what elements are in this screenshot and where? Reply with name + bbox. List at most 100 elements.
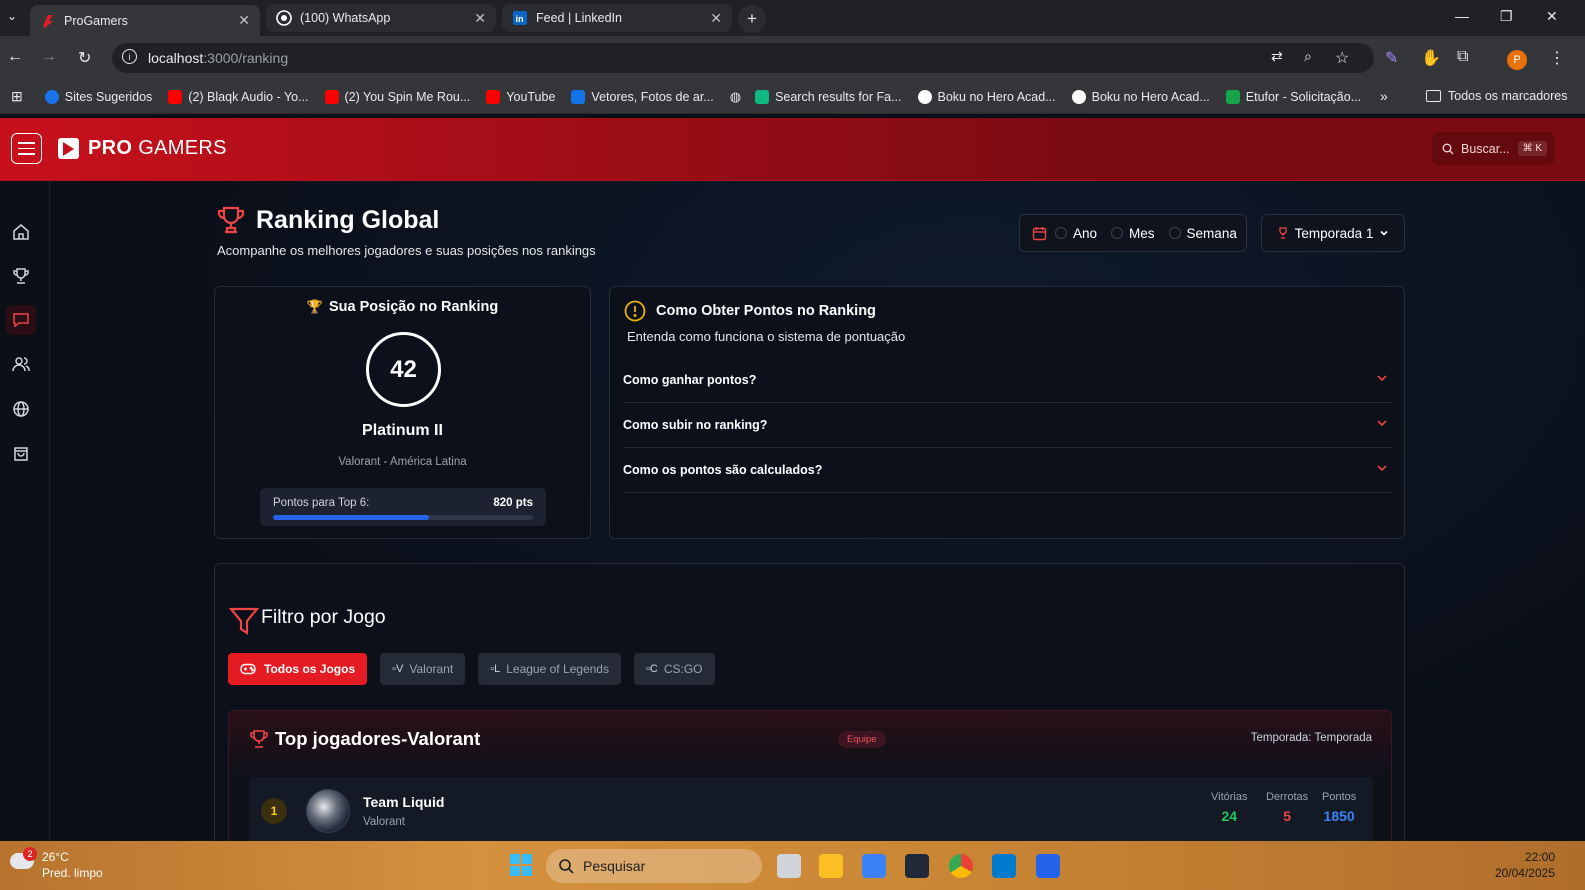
translate-icon[interactable]: ⇄ xyxy=(1271,48,1283,65)
file-explorer-icon[interactable] xyxy=(819,854,843,878)
bookmark-item[interactable]: (2) You Spin Me Rou... xyxy=(324,89,470,104)
filter-all-games-button[interactable]: Todos os Jogos xyxy=(228,653,368,685)
period-radio-mes[interactable] xyxy=(1111,227,1124,239)
bookmark-item[interactable]: Vetores, Fotos de ar... xyxy=(571,89,714,104)
tab-linkedin[interactable]: in Feed | LinkedIn ✕ xyxy=(502,4,732,32)
bookmark-item[interactable]: Search results for Fa... xyxy=(755,89,902,104)
bookmark-item[interactable]: Etufor - Solicitação... xyxy=(1225,89,1361,104)
filter-lol-button[interactable]: ▫L League of Legends xyxy=(478,653,621,685)
page-title: Ranking Global xyxy=(216,205,439,235)
chevron-down-icon xyxy=(1377,375,1387,382)
app-logo[interactable]: PRO GAMERS xyxy=(58,137,227,160)
users-icon xyxy=(12,357,30,372)
progress-points: 820 pts xyxy=(493,497,533,509)
vscode-icon[interactable] xyxy=(992,854,1016,878)
search-icon xyxy=(44,89,59,104)
windows-taskbar: 2 26°C Pred. limpo Pesquisar 22:00 20/04… xyxy=(0,841,1585,890)
tab-title: (100) WhatsApp xyxy=(300,11,391,25)
etufor-icon xyxy=(1225,89,1240,104)
reload-icon[interactable]: ↻ xyxy=(78,48,91,68)
sidebar-item-friends[interactable] xyxy=(6,349,36,379)
sidebar xyxy=(0,181,50,841)
filter-valorant-button[interactable]: ▫V Valorant xyxy=(380,653,466,685)
search-button[interactable]: Buscar... ⌘ K xyxy=(1432,132,1555,165)
rank-game-region: Valorant - América Latina xyxy=(338,456,467,468)
sidebar-item-ranking[interactable] xyxy=(6,261,36,291)
globe-icon[interactable]: ◍ xyxy=(730,89,741,105)
extension-hand-icon[interactable]: ✋ xyxy=(1421,48,1441,68)
forward-arrow-icon[interactable]: → xyxy=(41,48,57,66)
start-button[interactable] xyxy=(510,854,532,876)
address-bar-row: ← → ↻ i localhost:3000/ranking ⇄ ⌕ ☆ ✎ ✋… xyxy=(0,36,1585,80)
team-avatar xyxy=(306,789,350,833)
period-label: Mes xyxy=(1129,225,1155,241)
menu-toggle-button[interactable] xyxy=(11,133,42,164)
tab-whatsapp[interactable]: (100) WhatsApp ✕ xyxy=(266,4,496,32)
period-filter: Ano Mes Semana xyxy=(1019,214,1247,252)
shortcut-badge: ⌘ K xyxy=(1517,141,1548,156)
bookmark-item[interactable]: YouTube xyxy=(486,89,555,104)
browser-menu-icon[interactable]: ⋮ xyxy=(1549,48,1565,68)
youtube-icon xyxy=(324,89,339,104)
trophy-icon xyxy=(1278,227,1287,239)
new-tab-button[interactable]: + xyxy=(738,5,766,33)
task-view-icon[interactable] xyxy=(777,854,801,878)
app-icon[interactable] xyxy=(1036,854,1060,878)
trophy-icon: 🏆 xyxy=(306,299,323,314)
taskbar-clock[interactable]: 22:00 20/04/2025 xyxy=(1495,849,1555,881)
period-label: Ano xyxy=(1073,225,1098,241)
apps-grid-icon[interactable]: ⊞ xyxy=(11,88,23,105)
minimize-icon[interactable]: — xyxy=(1455,8,1469,24)
game-filter-buttons: Todos os Jogos ▫V Valorant ▫L League of … xyxy=(228,653,715,685)
extension-feather-icon[interactable]: ✎ xyxy=(1385,48,1398,68)
table-row[interactable]: 1 Team Liquid Valorant Vitórias 24 Derro… xyxy=(249,777,1373,847)
tab-search-chevron-icon[interactable]: ⌄ xyxy=(7,9,17,23)
url-input[interactable]: i localhost:3000/ranking xyxy=(112,43,1374,73)
youtube-icon xyxy=(168,89,183,104)
sidebar-item-store[interactable] xyxy=(6,438,36,468)
back-arrow-icon[interactable]: ← xyxy=(7,48,23,66)
sidebar-item-home[interactable] xyxy=(6,217,36,247)
profile-avatar[interactable]: P xyxy=(1507,50,1527,70)
progress-label: Pontos para Top 6: xyxy=(273,497,370,509)
sidebar-item-global[interactable] xyxy=(6,394,36,424)
game-filter-card: Filtro por Jogo Todos os Jogos ▫V Valora… xyxy=(214,563,1405,854)
more-bookmarks-icon[interactable]: » xyxy=(1380,88,1388,104)
all-bookmarks-folder[interactable]: Todos os marcadores xyxy=(1426,89,1568,103)
chrome-icon[interactable] xyxy=(949,854,973,878)
season-select[interactable]: Temporada 1 xyxy=(1261,214,1405,252)
period-radio-semana[interactable] xyxy=(1168,227,1181,239)
faq-item-earn-points[interactable]: Como ganhar pontos? xyxy=(623,358,1392,403)
terminal-icon[interactable] xyxy=(905,854,929,878)
extensions-puzzle-icon[interactable]: ⧉ xyxy=(1457,48,1468,66)
close-tab-icon[interactable]: ✕ xyxy=(238,12,250,29)
anime-a-icon xyxy=(1071,89,1086,104)
progress-fill xyxy=(273,515,429,520)
taskbar-search-input[interactable]: Pesquisar xyxy=(546,849,762,883)
site-info-icon[interactable]: i xyxy=(122,49,137,64)
faq-item-climb-ranking[interactable]: Como subir no ranking? xyxy=(623,403,1392,448)
restore-icon[interactable]: ❐ xyxy=(1500,8,1513,25)
tab-title: ProGamers xyxy=(64,13,128,28)
zoom-icon[interactable]: ⌕ xyxy=(1304,48,1312,65)
sidebar-item-chat[interactable] xyxy=(6,305,36,335)
close-window-icon[interactable]: ✕ xyxy=(1546,8,1558,25)
bookmark-item[interactable]: Boku no Hero Acad... xyxy=(1071,89,1210,104)
bookmark-item[interactable]: (2) Blaqk Audio - Yo... xyxy=(168,89,309,104)
tab-progamers[interactable]: ProGamers ✕ xyxy=(30,5,260,36)
points-progress: Pontos para Top 6: 820 pts xyxy=(260,488,546,526)
close-tab-icon[interactable]: ✕ xyxy=(710,10,722,27)
faq-item-points-calculation[interactable]: Como os pontos são calculados? xyxy=(623,448,1392,493)
bookmark-item[interactable]: Boku no Hero Acad... xyxy=(917,89,1056,104)
stat-wins: Vitórias 24 xyxy=(1211,791,1248,824)
trophy-icon xyxy=(217,206,245,234)
top-players-panel: Top jogadores-Valorant Equipe Temporada:… xyxy=(228,710,1392,854)
close-tab-icon[interactable]: ✕ xyxy=(474,10,486,27)
chevron-down-icon xyxy=(1380,230,1388,236)
filter-csgo-button[interactable]: ▫C CS:GO xyxy=(633,653,715,685)
calendar-icon xyxy=(1032,226,1047,240)
microsoft-store-icon[interactable] xyxy=(862,854,886,878)
bookmark-star-icon[interactable]: ☆ xyxy=(1335,48,1349,68)
period-radio-ano[interactable] xyxy=(1055,227,1067,239)
bookmark-item[interactable]: Sites Sugeridos xyxy=(44,89,152,104)
